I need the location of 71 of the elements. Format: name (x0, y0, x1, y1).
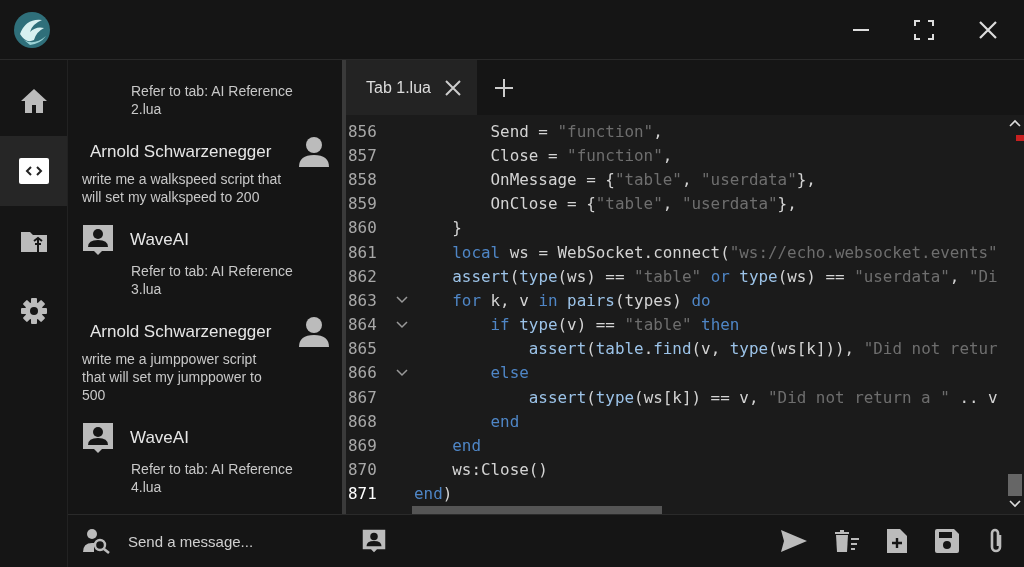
code-line: Send = "function", (489, 121, 663, 141)
settings-icon (19, 297, 48, 325)
bot-icon (82, 224, 114, 256)
scroll-down-icon[interactable] (1009, 500, 1021, 508)
new-file-icon[interactable] (886, 528, 908, 554)
message-text: write me a jumppower script that will set my jumppower to 500 (82, 350, 263, 404)
line-number: 859 (347, 194, 378, 214)
save-icon[interactable] (934, 528, 960, 554)
scroll-up-icon[interactable] (1009, 119, 1021, 127)
close-icon[interactable] (444, 79, 461, 96)
code-line: end) (414, 484, 453, 504)
scroll-thumb[interactable] (1008, 474, 1022, 496)
line-number: 861 (347, 242, 378, 262)
code-line: end (451, 436, 481, 456)
line-number: 868 (347, 411, 378, 431)
line-number: 864 (347, 315, 378, 335)
author-name: WaveAI (130, 230, 189, 250)
line-number: 860 (347, 218, 378, 238)
bot-icon[interactable] (362, 528, 386, 554)
logo-icon (12, 9, 52, 50)
message-text: Refer to tab: AI Reference 4.lua (130, 460, 294, 496)
error-marker (1016, 135, 1024, 141)
code-line: assert(type(ws) == "table" or type(ws) == "userdata", "Di (451, 266, 998, 286)
user-icon (298, 136, 330, 168)
line-number: 857 (347, 145, 378, 165)
line-number: 867 (347, 387, 378, 407)
code-line: OnClose = {"table", "userdata"}, (489, 194, 797, 214)
line-number: 866 (347, 363, 378, 383)
code-line: end (489, 411, 520, 431)
home-icon (19, 88, 48, 114)
maximize-icon[interactable] (914, 19, 934, 40)
author-name: WaveAI (130, 428, 189, 448)
code-line: assert(table.find(v, type(ws[k])), "Did not retur (527, 339, 998, 359)
line-number: 870 (347, 460, 378, 480)
line-number: 865 (347, 339, 378, 359)
code-line: if type(v) == "table" then (489, 315, 740, 335)
code-line: ws:Close() (451, 460, 548, 480)
code-line: } (451, 218, 462, 238)
line-number: 869 (347, 436, 378, 456)
user-search-icon (82, 528, 112, 554)
close-icon[interactable] (978, 19, 998, 40)
send-icon[interactable] (780, 529, 808, 553)
code-line: else (489, 363, 529, 383)
line-number: 862 (347, 266, 378, 286)
line-number: 858 (347, 169, 378, 189)
code-icon (18, 158, 49, 184)
fold-chevron-icon[interactable] (396, 368, 408, 377)
fold-chevron-icon[interactable] (396, 320, 408, 329)
file-tab[interactable]: Tab 1.lua (346, 60, 477, 115)
message-field[interactable]: Send a message... (126, 531, 320, 551)
code-line: for k, v in pairs(types) do (451, 290, 711, 310)
tab-label: Tab 1.lua (366, 78, 431, 97)
add-tab-icon[interactable] (494, 78, 513, 97)
trash-list-icon[interactable] (834, 529, 860, 553)
line-number: 863 (347, 290, 378, 310)
nav-item[interactable] (0, 136, 67, 206)
bot-icon (82, 422, 114, 454)
fold-chevron-icon[interactable] (396, 296, 408, 305)
code-line: local ws = WebSocket.connect("ws://echo.websocket.events" (451, 242, 998, 262)
code-line: OnMessage = {"table", "userdata"}, (489, 169, 816, 189)
message-text: Refer to tab: AI Reference 3.lua (130, 262, 294, 298)
author-name: Arnold Schwarzenegger (90, 142, 272, 162)
user-icon (298, 316, 330, 348)
line-number: 871 (347, 484, 378, 504)
code-line: assert(type(ws[k]) == v, "Did not return a " .. v (527, 387, 998, 407)
code-line: Close = "function", (489, 145, 673, 165)
message-text: Refer to tab: AI Reference 2.lua (130, 82, 294, 118)
line-number: 856 (347, 121, 378, 141)
author-name: Arnold Schwarzenegger (90, 322, 272, 342)
message-text: write me a walkspeed script that will set my walkspeed to 200 (82, 170, 282, 206)
horizontal-scrollbar[interactable] (412, 506, 662, 514)
